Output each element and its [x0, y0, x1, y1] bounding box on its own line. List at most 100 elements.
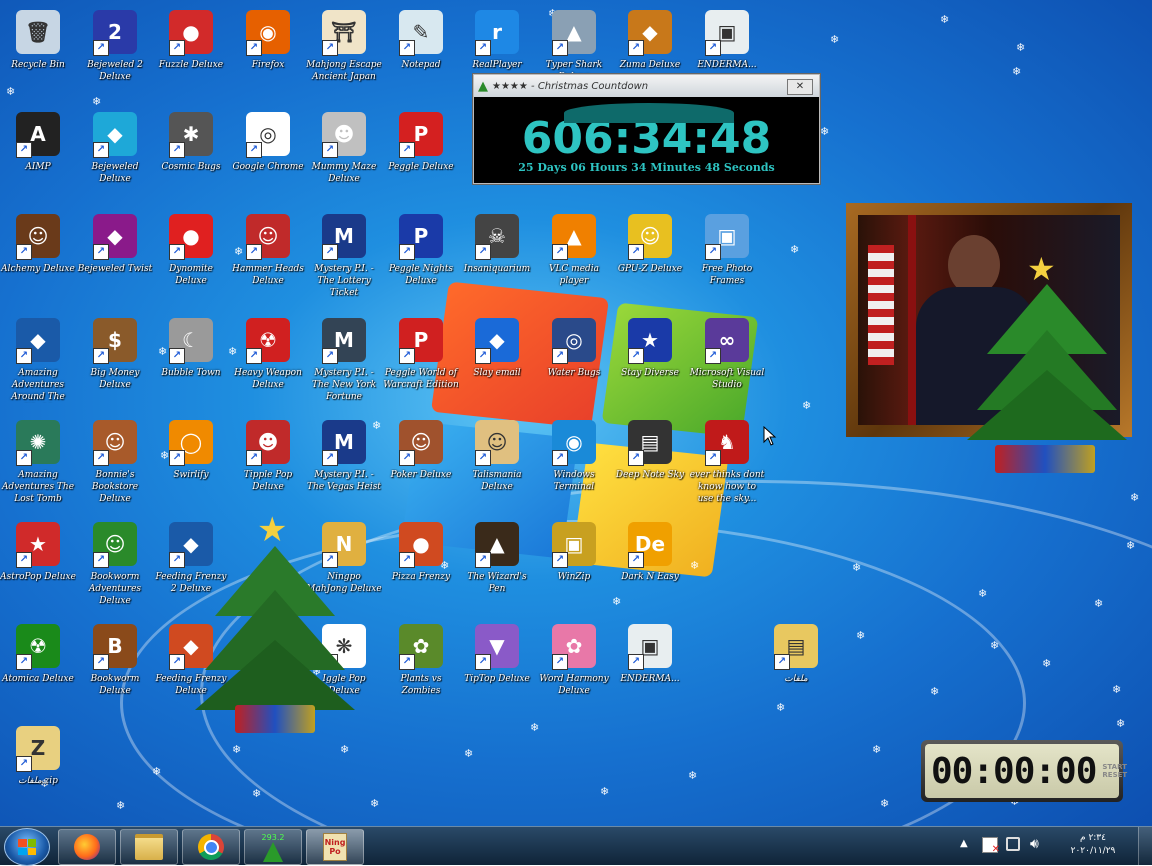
desktop-icon[interactable]: ▲ ↗ The Wizard's Pen — [459, 522, 535, 595]
tray-overflow-button[interactable]: ▲ — [960, 838, 968, 849]
desktop[interactable]: ❄ ❄ ❄ ❄ ❄ ❄ ❄ ❄ ❄ ❄ ❄ ❄ ❄ ❄ ❄ ❄ ❄ ❄ ❄ ❄ ❄ ❄ ❄ ❄ ❄ ❄ ❄ ❄ ❄ ❄ ❄ ❄ ❄ ❄ ❄ ❄ ❄ ❄ ❄ ❄… — [0, 0, 1152, 826]
desktop-icon[interactable]: Z ↗ ملفات.zip — [0, 726, 76, 787]
desktop-icon[interactable]: ◉ ↗ Windows Terminal — [536, 420, 612, 493]
desktop-icon[interactable]: ☢ ↗ Atomica Deluxe — [0, 624, 76, 685]
desktop-icon[interactable]: ◆↗ Amazing Adventures Around The World — [0, 318, 76, 403]
desktop-icon[interactable]: ☺ ↗ Talismania Deluxe — [459, 420, 535, 493]
desktop-icon[interactable]: ♞ ↗ ever thinks dont know how to use the s… — [689, 420, 765, 505]
desktop-icon[interactable]: P ↗ Peggle Nights Deluxe — [383, 214, 459, 287]
desktop-icon-label: Stay Diverse — [621, 368, 679, 378]
desktop-icon[interactable]: ◆ ↗ Bejeweled Twist — [77, 214, 153, 275]
desktop-icon[interactable]: ◆ ↗ Bejeweled Deluxe — [77, 112, 153, 185]
desktop-icon[interactable]: ★ ↗ AstroPop Deluxe — [0, 522, 76, 583]
action-center-icon[interactable]: ✕ — [982, 837, 1000, 855]
system-clock[interactable]: ٢:٣٤ م ٢٠٢٠/١١/٢٩ — [1058, 832, 1128, 858]
desktop-icon[interactable]: ☢ ↗ Heavy Weapon Deluxe — [230, 318, 306, 391]
desktop-icon[interactable]: M ↗ Mystery P.I. - The Vegas Heist — [306, 420, 382, 493]
desktop-icon[interactable]: ☺ ↗ Alchemy Deluxe — [0, 214, 76, 275]
show-desktop-button[interactable] — [1138, 827, 1152, 865]
app-icon-glyph: ▲ — [489, 532, 505, 556]
desktop-icon[interactable]: ● ↗ Fuzzle Deluxe — [153, 10, 229, 71]
desktop-icon[interactable]: ▤ ↗ Deep Note Sky — [612, 420, 688, 481]
start-button[interactable] — [4, 828, 50, 866]
desktop-icon[interactable]: ▣ ↗ ENDERMA... — [689, 10, 765, 71]
desktop-icon[interactable]: M ↗ Mystery P.I. - The New York Fortune — [306, 318, 382, 403]
countdown-title: ★★★★ - Christmas Countdown — [492, 80, 649, 92]
desktop-icon[interactable]: ▣ ↗ WinZip — [536, 522, 612, 583]
desktop-icon[interactable]: 🗑 Recycle Bin — [0, 10, 76, 71]
desktop-icon-label: ملفات — [784, 674, 808, 684]
shortcut-arrow-icon: ↗ — [552, 348, 568, 364]
app-icon: ▣ ↗ — [705, 10, 749, 56]
desktop-icon[interactable]: ☾ ↗ Bubble Town — [153, 318, 229, 379]
stopwatch-gadget[interactable]: 00:00:00 START RESET — [921, 740, 1127, 802]
desktop-icon[interactable]: $ ↗ Big Money Deluxe — [77, 318, 153, 391]
taskbar-chrome[interactable] — [182, 829, 240, 865]
shortcut-arrow-icon: ↗ — [322, 142, 338, 158]
desktop-icon-label: Deep Note Sky — [615, 470, 685, 480]
network-icon[interactable] — [1006, 837, 1020, 851]
desktop-icon[interactable]: ▲↗Typer Shark Deluxe — [536, 10, 612, 83]
desktop-icon[interactable]: M ↗ Mystery P.I. - The Lottery Ticket — [306, 214, 382, 299]
desktop-icon[interactable]: ▲ ↗ VLC media player — [536, 214, 612, 287]
desktop-icon[interactable]: ☺ ↗ Bookworm Adventures Deluxe — [77, 522, 153, 607]
desktop-icon[interactable]: ▣ ↗ ENDERMA... — [612, 624, 688, 685]
desktop-icon[interactable]: ✱ ↗ Cosmic Bugs — [153, 112, 229, 173]
desktop-icon[interactable]: ▼ ↗ TipTop Deluxe — [459, 624, 535, 685]
desktop-icon[interactable]: ∞ ↗ Microsoft Visual Studio — [689, 318, 765, 391]
shortcut-arrow-icon: ↗ — [169, 654, 185, 670]
desktop-icon[interactable]: ✿ ↗ Plants vs Zombies — [383, 624, 459, 697]
desktop-icon[interactable]: ◉ ↗ Firefox — [230, 10, 306, 71]
shortcut-arrow-icon: ↗ — [475, 244, 491, 260]
desktop-icon[interactable]: ☠ ↗ Insaniquarium — [459, 214, 535, 275]
desktop-icon[interactable]: ◆ ↗ Slay email — [459, 318, 535, 379]
stopwatch-reset-button[interactable]: RESET — [1102, 771, 1127, 779]
christmas-tree-gadget[interactable]: ★ — [955, 250, 1140, 480]
app-icon-glyph: ✿ — [412, 634, 430, 658]
desktop-icon[interactable]: ☻ ↗ Mummy Maze Deluxe — [306, 112, 382, 185]
desktop-icon[interactable]: ◆ ↗ Zuma Deluxe — [612, 10, 688, 71]
desktop-icon[interactable]: ★ ↗ Stay Diverse — [612, 318, 688, 379]
desktop-icon[interactable]: ▤ ↗ ملفات — [758, 624, 834, 685]
volume-icon[interactable]: 🔊︎ — [1030, 836, 1039, 852]
desktop-icon[interactable]: B↗ Bookworm Deluxe — [77, 624, 153, 697]
shortcut-arrow-icon: ↗ — [475, 654, 491, 670]
desktop-icon-label: Talismania Deluxe — [472, 470, 522, 492]
desktop-icon[interactable]: ◎ ↗ Water Bugs — [536, 318, 612, 379]
desktop-icon[interactable]: ☺ ↗ Poker Deluxe — [383, 420, 459, 481]
desktop-icon[interactable]: ☺ ↗ Hammer Heads Deluxe — [230, 214, 306, 287]
desktop-icon[interactable]: ☻ ↗ Tipple Pop Deluxe — [230, 420, 306, 493]
app-icon: ☢ ↗ — [16, 624, 60, 670]
taskbar-ningpo[interactable]: Ning Po — [306, 829, 364, 865]
snowflake-icon: ❄ — [1094, 597, 1104, 610]
desktop-icon[interactable]: P ↗ Peggle World of Warcraft Edition — [383, 318, 459, 391]
desktop-icon[interactable]: ✎ ↗ Notepad — [383, 10, 459, 71]
christmas-countdown-gadget[interactable]: ▲ ★★★★ - Christmas Countdown ✕ 606:34:48… — [473, 74, 820, 184]
app-icon: B↗ — [93, 624, 137, 670]
desktop-icon[interactable]: 2 ↗ Bejeweled 2 Deluxe — [77, 10, 153, 83]
desktop-icon[interactable]: P ↗ Peggle Deluxe — [383, 112, 459, 173]
desktop-icon[interactable]: r ↗ RealPlayer — [459, 10, 535, 71]
desktop-icon[interactable]: ◎ ↗ Google Chrome — [230, 112, 306, 173]
stopwatch-start-button[interactable]: START — [1102, 763, 1127, 771]
desktop-icon[interactable]: De ↗ Dark N Easy — [612, 522, 688, 583]
app-icon-glyph: ✎ — [412, 20, 430, 44]
desktop-icon[interactable]: A ↗ AIMP — [0, 112, 76, 173]
taskbar-file-explorer[interactable] — [120, 829, 178, 865]
desktop-icon[interactable]: ▣ ↗ Free Photo Frames — [689, 214, 765, 287]
desktop-icon[interactable]: ☺ ↗ Bonnie's Bookstore Deluxe — [77, 420, 153, 505]
desktop-icon[interactable]: ✺ ↗ Amazing Adventures The Lost Tomb — [0, 420, 76, 505]
desktop-icon[interactable]: ● ↗ Dynomite Deluxe — [153, 214, 229, 287]
desktop-icon[interactable]: ● ↗ Pizza Frenzy — [383, 522, 459, 583]
taskbar-firefox[interactable] — [58, 829, 116, 865]
close-button[interactable]: ✕ — [787, 79, 813, 95]
shortcut-arrow-icon: ↗ — [16, 654, 32, 670]
app-icon: r ↗ — [475, 10, 519, 56]
desktop-icon[interactable]: ☺ ↗ GPU-Z Deluxe — [612, 214, 688, 275]
taskbar-christmas-countdown[interactable]: 293.2 — [244, 829, 302, 865]
snowflake-icon: ❄ — [340, 743, 350, 756]
desktop-icon[interactable]: ◯ ↗ Swirlify — [153, 420, 229, 481]
countdown-titlebar[interactable]: ▲ ★★★★ - Christmas Countdown — [474, 75, 819, 97]
desktop-icon[interactable]: ⛩ ↗ Mahjong Escape Ancient Japan — [306, 10, 382, 83]
desktop-icon[interactable]: ✿ ↗ Word Harmony Deluxe — [536, 624, 612, 697]
